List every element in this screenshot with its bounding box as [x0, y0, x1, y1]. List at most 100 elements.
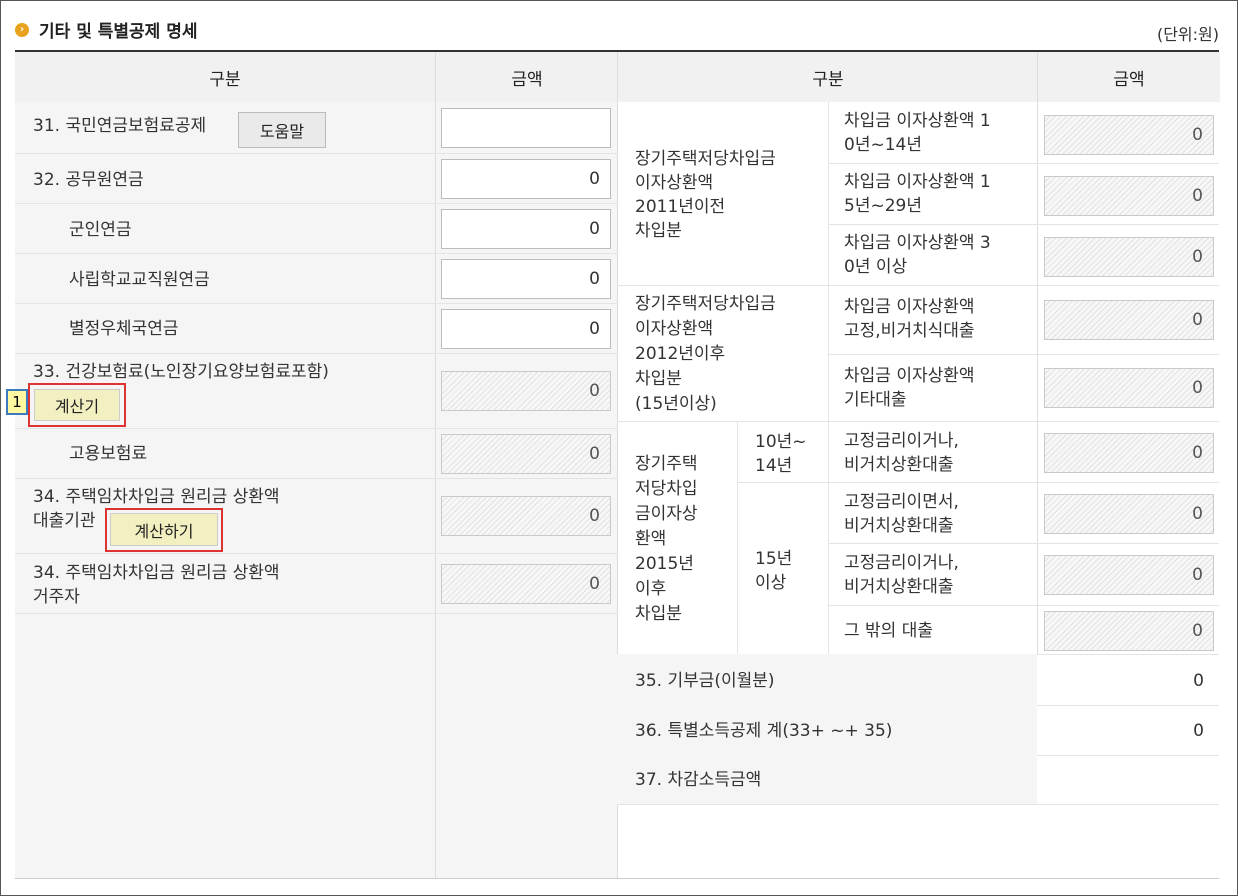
row-divider: [15, 613, 617, 614]
national-pension-input[interactable]: [441, 108, 611, 148]
row-34-lender-label-line1: 34. 주택임차차입금 원리금 상환액: [33, 487, 280, 507]
teacher-pension-input[interactable]: 0: [441, 259, 611, 299]
bottom-divider: [15, 878, 1219, 879]
g1-item3-line2: 0년 이상: [844, 257, 908, 277]
row-35-value: 0: [1193, 671, 1204, 691]
row-divider: [617, 804, 1219, 805]
row-divider: [617, 285, 1219, 286]
col-divider: [1037, 102, 1038, 654]
g2-item2-line2: 기타대출: [844, 390, 907, 410]
g1-item1-input: 0: [1044, 115, 1214, 155]
g3-sub2-line1: 15년: [755, 549, 793, 569]
military-pension-label: 군인연금: [69, 220, 132, 240]
row-divider: [617, 421, 1219, 422]
g2-item2-input: 0: [1044, 368, 1214, 408]
header-right-category: 구분: [617, 52, 1038, 104]
postal-pension-input[interactable]: 0: [441, 309, 611, 349]
g3-item1-line1: 고정금리이거나,: [844, 431, 959, 451]
group3-label-line7: 차입분: [635, 604, 682, 624]
row-33-label: 33. 건강보험료(노인장기요양보험료포함): [33, 362, 329, 382]
row-34-resident-label-line2: 거주자: [33, 587, 80, 607]
row-divider: [15, 428, 617, 429]
g3-item4-line1: 그 밖의 대출: [844, 621, 934, 641]
unit-label: (단위:원): [1156, 25, 1219, 44]
g2-item2-line1: 차입금 이자상환액: [844, 366, 975, 386]
health-insurance-input: 0: [441, 371, 611, 411]
g1-item3-input: 0: [1044, 237, 1214, 277]
chevron-right-icon: ›: [15, 22, 29, 37]
header-right-amount: 금액: [1037, 52, 1220, 104]
group3-label-line5: 2015년: [635, 554, 694, 574]
row-divider: [828, 354, 1219, 355]
g1-item2-line2: 5년~29년: [844, 196, 922, 216]
employment-insurance-label: 고용보험료: [69, 444, 148, 464]
group1-label-line1: 장기주택저당차입금: [635, 149, 776, 169]
row-divider: [15, 478, 617, 479]
row-divider: [828, 605, 1219, 606]
col-divider: [737, 421, 738, 654]
military-pension-input[interactable]: 0: [441, 209, 611, 249]
group2-label-line2: 이자상환액: [635, 319, 714, 339]
row-divider: [828, 224, 1219, 225]
row-35-label: 35. 기부금(이월분): [635, 671, 775, 691]
section-title-text: 기타 및 특별공제 명세: [39, 22, 198, 42]
g3-item3-line1: 고정금리이거나,: [844, 553, 959, 573]
group1-label-line3: 2011년이전: [635, 197, 726, 217]
group2-label-line1: 장기주택저당차입금: [635, 294, 776, 314]
public-pension-input[interactable]: 0: [441, 159, 611, 199]
g2-item1-input: 0: [1044, 300, 1214, 340]
row-divider: [15, 353, 617, 354]
g1-item1-line2: 0년~14년: [844, 135, 922, 155]
header-left-category: 구분: [15, 52, 435, 104]
row-31-label: 31. 국민연금보험료공제: [33, 116, 207, 136]
row-divider: [15, 303, 617, 304]
group3-label-line4: 환액: [635, 529, 667, 549]
row-divider: [15, 253, 617, 254]
group1-label-line2: 이자상환액: [635, 173, 714, 193]
g1-item2-input: 0: [1044, 176, 1214, 216]
g3-sub1-line2: 14년: [755, 456, 793, 476]
g3-item3-input: 0: [1044, 555, 1214, 595]
header-left-amount: 금액: [435, 52, 618, 104]
section-title: › 기타 및 특별공제 명세: [15, 17, 198, 42]
help-button[interactable]: 도움말: [238, 112, 326, 148]
row-divider: [15, 203, 617, 204]
group2-label-line3: 2012년이후: [635, 344, 726, 364]
postal-pension-label: 별정우체국연금: [69, 319, 179, 339]
g2-item1-line2: 고정,비거치식대출: [844, 321, 975, 341]
g2-item1-line1: 차입금 이자상환액: [844, 297, 975, 317]
g3-item2-input: 0: [1044, 494, 1214, 534]
g1-item3-line1: 차입금 이자상환액 3: [844, 233, 991, 253]
group2-label-line5: (15년이상): [635, 394, 717, 414]
row-divider: [828, 163, 1219, 164]
g3-item4-input: 0: [1044, 611, 1214, 651]
row-36-value: 0: [1193, 721, 1204, 741]
row-36-label: 36. 특별소득공제 계(33+ ~+ 35): [635, 721, 893, 741]
g1-item2-line1: 차입금 이자상환액 1: [844, 172, 991, 192]
highlight-box: [105, 508, 223, 552]
highlight-box: [28, 383, 126, 427]
annotation-marker: 1: [6, 389, 28, 415]
row-divider: [737, 482, 1219, 483]
group3-label-line3: 금이자상: [635, 504, 698, 524]
g1-item1-line1: 차입금 이자상환액 1: [844, 111, 991, 131]
row-divider: [828, 543, 1219, 544]
g3-item3-line2: 비거치상환대출: [844, 577, 954, 597]
row-divider: [15, 153, 617, 154]
g3-item1-line2: 비거치상환대출: [844, 455, 954, 475]
group2-label-line4: 차입분: [635, 369, 682, 389]
row-32-label: 32. 공무원연금: [33, 170, 144, 190]
col-divider: [828, 102, 829, 654]
teacher-pension-label: 사립학교교직원연금: [69, 270, 210, 290]
g3-item1-input: 0: [1044, 433, 1214, 473]
group3-label-line6: 이후: [635, 579, 667, 599]
row-34-resident-label-line1: 34. 주택임차차입금 원리금 상환액: [33, 563, 280, 583]
group3-label-line2: 저당차입: [635, 479, 698, 499]
row-34-lender-label-line2: 대출기관: [33, 511, 96, 531]
g3-sub1-line1: 10년~: [755, 432, 807, 452]
row-37-label: 37. 차감소득금액: [635, 770, 762, 790]
g3-item2-line2: 비거치상환대출: [844, 516, 954, 536]
row-divider: [15, 553, 617, 554]
resident-repayment-input: 0: [441, 564, 611, 604]
deduction-panel: › 기타 및 특별공제 명세 (단위:원) 구분 금액 구분 금액 31. 국민…: [0, 0, 1238, 896]
